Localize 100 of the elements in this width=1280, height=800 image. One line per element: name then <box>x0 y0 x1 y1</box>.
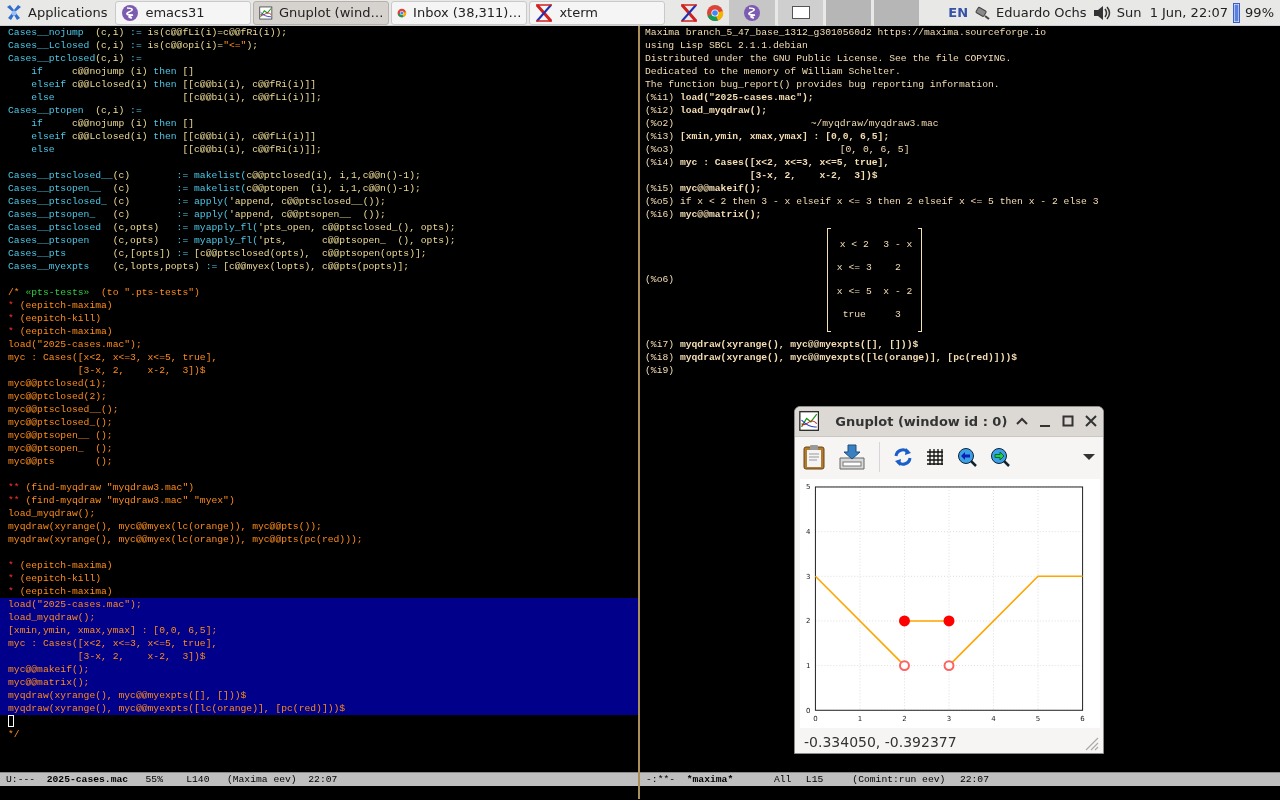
matrix-cell: x <= 3 <box>836 261 872 275</box>
prompt-label: (%o3) <box>645 143 675 156</box>
prompt-label: (%i7) <box>645 339 675 350</box>
code-line: Cases__pts (c,[opts]) := [c@@ptsclosed(opts), c@@ptsopen(opts)]; <box>7 247 428 260</box>
prompt-label: (%i4) <box>645 157 675 168</box>
battery-icon[interactable] <box>1233 2 1241 23</box>
code-line: myc@@ptclosed(1); <box>7 377 108 390</box>
code-line: ** (find-myqdraw "myqdraw3.mac") <box>7 481 196 494</box>
output-text: [0, 0, 6, 5] <box>839 143 910 156</box>
input-text: myc@@makeif(); <box>679 182 762 195</box>
prompt-label: (%o5) <box>645 196 675 207</box>
code-line: ** (find-myqdraw "myqdraw3.mac" "myex") <box>7 494 236 507</box>
console-text: Distributed under the GNU Public License. See the file COPYING. <box>645 52 1013 65</box>
code-line: [3-x, 2, x-2, 3])$ <box>76 364 207 377</box>
window-title: Gnuplot (window id : 0) <box>835 412 1008 431</box>
code-line: Cases__ptsclosed_ (c) := apply('append, c@@ptsclosed__()); <box>7 195 387 208</box>
magnifier-arrow-icon[interactable] <box>957 446 977 467</box>
code-line: /* «pts-tests» (to ".pts-tests") <box>7 286 201 299</box>
cross-icon <box>535 2 554 23</box>
input-text: myqdraw(xyrange(), myc@@myexpts([lc(orange)], [pc(red)]))$ <box>679 351 1018 364</box>
code-line: Cases__myexpts (c,lopts,popts) := [c@@myex(lopts), c@@pts(popts)]; <box>7 260 411 273</box>
code-line: myc : Cases([x<2, x<=3, x<=5, true], <box>7 351 219 364</box>
code-line: * (eepitch-kill) <box>7 572 103 585</box>
user-name[interactable]: Eduardo Ochs <box>996 2 1087 23</box>
volume-icon[interactable] <box>1091 3 1112 22</box>
chart-icon <box>259 3 273 22</box>
input-text: myqdraw(xyrange(), myc@@myexpts([], []))$ <box>679 338 919 351</box>
clock-text: 22:07 <box>959 773 990 787</box>
input-text: load("2025-cases.mac"); <box>679 91 814 104</box>
prompt-label: (%i9) <box>645 365 675 376</box>
workspace-button[interactable] <box>777 0 824 26</box>
code-line: myqdraw(xyrange(), myc@@myex(lc(orange)), myc@@pts()); <box>7 520 323 533</box>
maximize-icon <box>1061 415 1074 428</box>
code-line: * (eepitch-maxima) <box>7 325 114 338</box>
code-line: if c@@nojump (i) then [] <box>30 117 196 130</box>
code-line: myc@@ptclosed(2); <box>7 390 108 403</box>
code-line: else [[c@@bi(i), c@@fLi(i)]]; <box>30 91 323 104</box>
battery-percent[interactable]: 99% <box>1245 2 1274 23</box>
input-text: load_myqdraw(); <box>679 104 768 117</box>
code-line: load("2025-cases.mac"); <box>7 338 143 351</box>
clipboard-icon[interactable] <box>803 443 825 470</box>
buffer-status: U:--- <box>6 773 37 787</box>
buffer-name: *maxima* <box>686 773 735 787</box>
close-icon <box>1084 415 1097 428</box>
code-line: myc@@ptsopen__ (); <box>7 429 114 442</box>
prompt-label: (%i8) <box>645 352 675 363</box>
magnifier-arrow-icon[interactable] <box>990 446 1010 467</box>
code-line: Cases__ptsopen (c,opts) := myapply_fl('pts, c@@ptsopen_ (), opts); <box>7 234 457 247</box>
cross-icon <box>680 2 699 23</box>
task-button[interactable]: emacs31 <box>115 0 252 25</box>
clock-text[interactable]: Sun 1 Jun, 22:07 <box>1116 2 1229 23</box>
network-icon[interactable] <box>973 4 992 21</box>
minimize-icon <box>1038 424 1051 427</box>
prompt-label: (%i3) <box>645 131 675 142</box>
code-line: Cases__ptsclosed__(c) := makelist(c@@ptclosed(i), i,1,c@@n()-1); <box>7 169 422 182</box>
grid-icon[interactable] <box>926 447 944 466</box>
refresh-icon[interactable] <box>893 446 913 467</box>
prompt-label: (%i6) <box>645 209 675 220</box>
matrix-cell-text: 2 <box>893 261 902 275</box>
keyboard-layout[interactable]: EN <box>948 2 969 23</box>
code-line: load_myqdraw(); <box>7 507 97 520</box>
prompt-label: (%i5) <box>645 183 675 194</box>
line-number: L15 <box>805 773 825 787</box>
prompt-label: (%i1) <box>645 92 675 103</box>
launcher-button[interactable] <box>729 0 776 26</box>
console-text: Maxima branch_5_47_base_1312_g3010560d2 https://maxima.sourceforge.io <box>645 26 1048 39</box>
input-text: myc@@matrix(); <box>679 208 762 221</box>
scroll-position: All <box>773 773 793 787</box>
code-line: elseif c@@Lclosed(i) then [[c@@bi(i), c@@fLi(i)]] <box>30 130 318 143</box>
task-button[interactable]: Inbox (38,311)… <box>391 0 528 25</box>
tray-arrow-icon[interactable] <box>838 443 866 470</box>
input-text: [xmin,ymin, xmax,ymax] : [0,0, 6,5]; <box>679 130 890 143</box>
output-text: if x < 2 then 3 - x elseif x <= 3 then 2 elseif x <= 5 then x - 2 else 3 <box>679 196 1099 207</box>
console-text: The function bug_report() provides bug reporting information. <box>645 78 1001 91</box>
clock-text: 22:07 <box>308 773 339 787</box>
code-line: Cases__ptclosed(c,i) := <box>7 52 143 65</box>
code-line: myc@@ptsopen_ (); <box>7 442 114 455</box>
matrix-cell: x <= 5 <box>836 284 872 298</box>
applications-menu[interactable]: Applications <box>2 0 114 25</box>
code-line: Cases__Lclosed (c,i) := is(c@@opi(i)="<="); <box>7 39 260 52</box>
code-line: Cases__nojump (c,i) := is(c@@fLi(i)=c@@fRi(i)); <box>7 26 289 39</box>
code-line: myc@@pts (); <box>7 455 114 468</box>
matrix-cell-text: true <box>841 308 867 322</box>
caret-icon[interactable] <box>1083 452 1095 461</box>
buffer-status: -:**- <box>646 773 677 787</box>
console-text: using Lisp SBCL 2.1.1.debian <box>645 39 809 52</box>
code-line: Cases__ptopen (c,i) := <box>7 104 143 117</box>
code-line: if c@@nojump (i) then [] <box>30 65 196 78</box>
matrix-cell: 3 - x <box>883 237 913 251</box>
prompt-label: (%i2) <box>645 105 675 116</box>
chevron-up-icon <box>1015 417 1028 426</box>
code-line: Cases__ptsopen__ (c) := makelist(c@@ptopen (i), i,1,c@@n()-1); <box>7 182 422 195</box>
app-icon <box>706 3 725 22</box>
code-line: myc@@ptsclosed__(); <box>7 403 120 416</box>
code-line: else [[c@@bi(i), c@@fRi(i)]]; <box>30 143 323 156</box>
code-line: Cases__ptsopen_ (c) := apply('append, c@@ptsopen__ ()); <box>7 208 387 221</box>
window-thumbnail <box>791 6 810 19</box>
console-text: Dedicated to the memory of William Schelter. <box>645 65 902 78</box>
task-button[interactable]: xterm <box>529 0 666 25</box>
task-button[interactable]: Gnuplot (wind… <box>253 0 390 25</box>
